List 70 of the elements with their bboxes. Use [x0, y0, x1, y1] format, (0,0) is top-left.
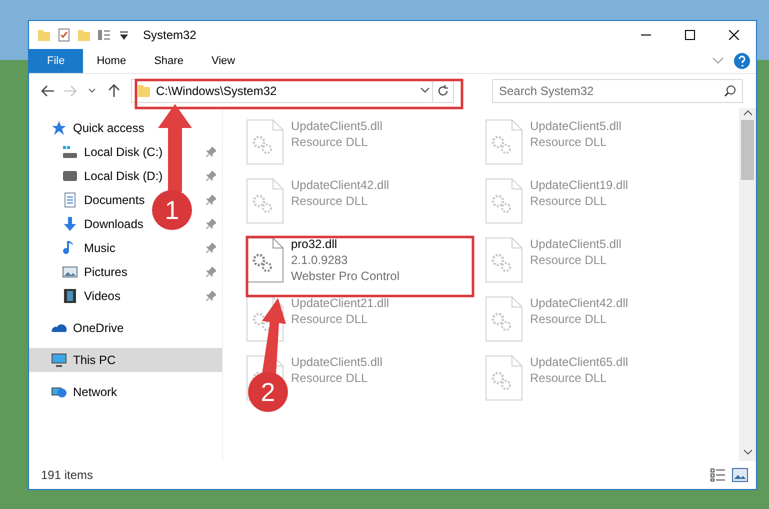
up-arrow-icon: [108, 84, 120, 98]
picture-icon: [62, 264, 78, 280]
forward-arrow-icon: [63, 85, 77, 97]
properties-icon[interactable]: [97, 28, 111, 42]
help-icon[interactable]: [734, 53, 750, 69]
settings-file-icon: [245, 177, 285, 225]
settings-file-icon: [484, 118, 524, 166]
chevron-down-icon: [88, 88, 96, 94]
nav-item[interactable]: OneDrive: [29, 316, 222, 340]
file-detail: Resource DLL: [530, 311, 608, 327]
pin-icon[interactable]: [206, 267, 216, 277]
settings-file-icon: [484, 295, 524, 343]
star-icon: [51, 120, 67, 136]
settings-file-icon: [245, 118, 285, 166]
ribbon-tab[interactable]: Home: [82, 49, 140, 73]
film-icon: [62, 288, 78, 304]
settings-file-icon: [484, 177, 524, 225]
document-icon: [62, 192, 78, 208]
ribbon-tab[interactable]: Share: [140, 49, 198, 73]
file-detail: Resource DLL: [530, 370, 608, 386]
details-view-icon[interactable]: [710, 468, 726, 482]
file-detail: Resource DLL: [530, 252, 608, 268]
folder-icon: [37, 28, 51, 42]
folder-icon: [136, 83, 152, 99]
close-icon: [729, 30, 739, 40]
file-detail: Resource DLL: [530, 134, 608, 150]
address-path: C:\Windows\System32: [155, 84, 278, 98]
ribbon-tab[interactable]: File: [29, 49, 83, 73]
download-arrow-icon: [62, 216, 78, 232]
pin-icon[interactable]: [206, 195, 216, 205]
pin-icon[interactable]: [206, 147, 216, 157]
file-detail: Resource DLL: [291, 193, 369, 209]
nav-item[interactable]: Local Disk (D:): [29, 164, 222, 188]
pin-icon[interactable]: [206, 291, 216, 301]
checklist-icon[interactable]: [57, 28, 71, 42]
window-title: System32: [143, 28, 196, 42]
pin-icon[interactable]: [206, 171, 216, 181]
tiles-view-icon[interactable]: [732, 468, 748, 482]
file-name[interactable]: pro32.dll: [291, 236, 400, 252]
drive-icon: [62, 168, 78, 184]
nav-item[interactable]: Videos: [29, 284, 222, 308]
pin-icon[interactable]: [206, 243, 216, 253]
ribbon-tab[interactable]: View: [197, 49, 250, 73]
file-detail: 2.1.0.9283: [291, 252, 349, 268]
item-count: 191 items: [41, 468, 94, 482]
chevron-down-icon[interactable]: [742, 447, 752, 457]
nav-item[interactable]: Quick access: [29, 116, 222, 140]
nav-item[interactable]: This PC: [29, 348, 222, 372]
nav-item[interactable]: Music: [29, 236, 222, 260]
chevron-up-icon[interactable]: [742, 108, 752, 118]
file-detail: Resource DLL: [291, 134, 369, 150]
search-icon: [724, 85, 736, 97]
nav-item[interactable]: Local Disk (C:): [29, 140, 222, 164]
settings-file-icon: [484, 354, 524, 402]
computer-icon: [51, 352, 67, 368]
drive-icon: [62, 144, 78, 160]
file-detail: Resource DLL: [291, 311, 369, 327]
nav-item[interactable]: Network: [29, 380, 222, 404]
file-detail: Webster Pro Control: [291, 268, 400, 284]
nav-item[interactable]: Pictures: [29, 260, 222, 284]
search-field[interactable]: Search System32: [492, 79, 743, 103]
scrollbar[interactable]: [739, 108, 756, 461]
file-detail: Resource DLL: [530, 193, 608, 209]
settings-file-icon: [484, 236, 524, 284]
back-arrow-icon: [41, 85, 55, 97]
maximize-icon: [685, 30, 695, 40]
address-field[interactable]: C:\Windows\System32: [131, 79, 454, 103]
file-detail: Resource DLL: [291, 370, 369, 386]
scrollbar-thumb[interactable]: [741, 120, 754, 180]
pin-icon[interactable]: [206, 219, 216, 229]
